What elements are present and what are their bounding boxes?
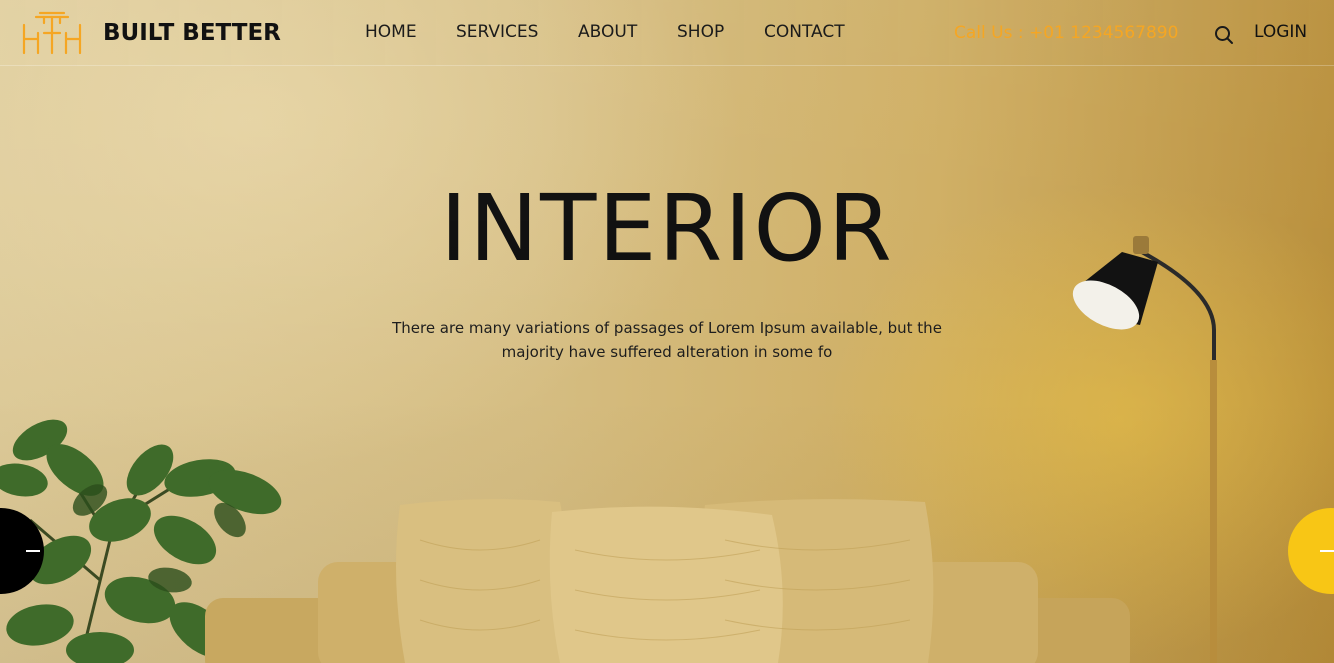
nav-services[interactable]: SERVICES — [456, 22, 538, 42]
search-icon[interactable] — [1214, 25, 1234, 45]
arrow-left-icon — [26, 550, 40, 552]
hero-section: BUILT BETTER HOME SERVICES ABOUT SHOP CO… — [0, 0, 1334, 663]
nav-shop[interactable]: SHOP — [677, 22, 724, 42]
sofa — [205, 499, 1130, 663]
arrow-right-icon — [1320, 550, 1334, 552]
brand-name[interactable]: BUILT BETTER — [103, 20, 281, 46]
hero-background-image — [0, 236, 1217, 663]
nav-about[interactable]: ABOUT — [578, 22, 637, 42]
call-us-phone[interactable]: Call Us : +01 1234567890 — [954, 23, 1178, 43]
site-header: BUILT BETTER HOME SERVICES ABOUT SHOP CO… — [0, 0, 1334, 66]
nav-contact[interactable]: CONTACT — [764, 22, 845, 42]
furniture-logo-icon[interactable] — [22, 11, 82, 55]
nav-home[interactable]: HOME — [365, 22, 417, 42]
login-link[interactable]: LOGIN — [1254, 22, 1307, 42]
